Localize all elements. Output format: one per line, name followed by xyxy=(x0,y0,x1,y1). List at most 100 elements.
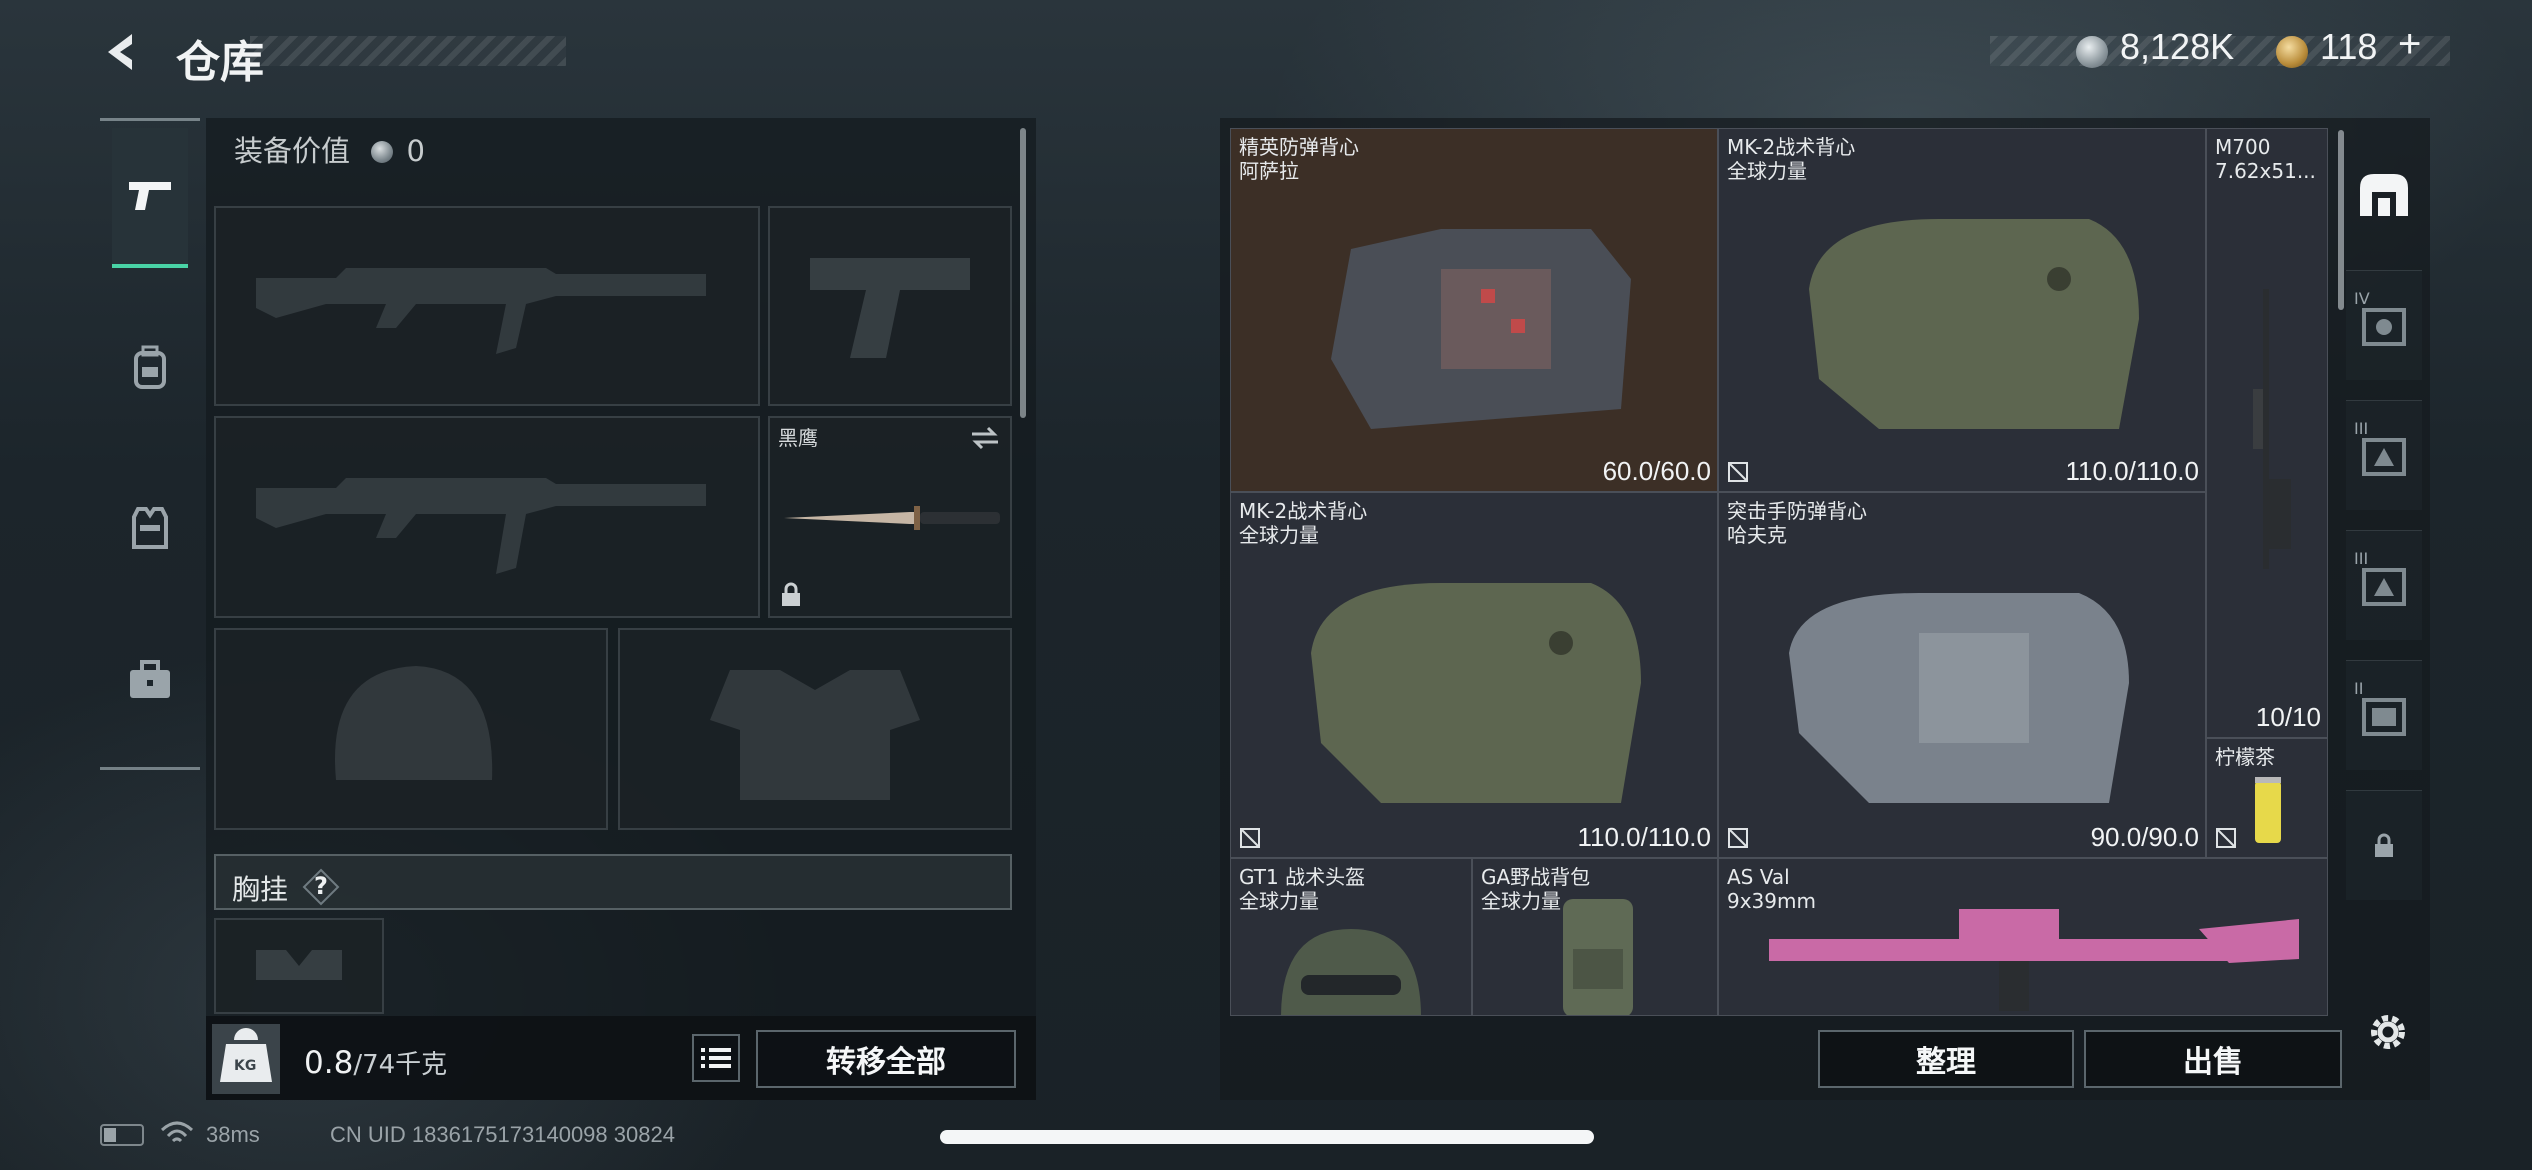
weight-icon: KG xyxy=(212,1024,280,1094)
item-count: 10/10 xyxy=(2255,702,2321,732)
sort-button[interactable]: 整理 xyxy=(1818,1030,2074,1088)
helmet-slot[interactable] xyxy=(214,628,608,830)
sell-button[interactable]: 出售 xyxy=(2084,1030,2342,1088)
stash-item[interactable]: AS Val 9x39mm xyxy=(1718,858,2328,1016)
value-coin-icon xyxy=(371,141,394,163)
backpack-icon xyxy=(134,345,166,389)
weight-capacity: /74千克 xyxy=(353,1050,448,1080)
tier-label: III xyxy=(2354,419,2369,438)
secondary-weapon-slot[interactable] xyxy=(768,206,1012,406)
item-durability: 90.0/90.0 xyxy=(2090,822,2199,852)
container-tier-icon xyxy=(2362,697,2406,736)
armor-vest-icon xyxy=(1809,219,2139,429)
tier-label: III xyxy=(2354,549,2369,568)
tab-weapons[interactable] xyxy=(112,128,188,268)
weight-current: 0.8 xyxy=(304,1045,354,1081)
transfer-all-button[interactable]: 转移全部 xyxy=(756,1030,1016,1088)
lock-icon xyxy=(2375,833,2393,857)
pistol-silhouette-icon xyxy=(810,258,970,358)
vest-icon xyxy=(132,507,168,549)
armor-silhouette-icon xyxy=(710,670,920,800)
stash-item[interactable]: M700 7.62x51... 10/10 xyxy=(2206,128,2328,738)
rail-tier-4[interactable]: IV xyxy=(2346,270,2422,380)
no-insure-icon xyxy=(1728,462,1748,482)
melee-slot[interactable]: 黑鹰 xyxy=(768,416,1012,618)
add-gold-button[interactable]: + xyxy=(2398,22,2421,67)
silver-amount: 8,128K xyxy=(2120,26,2235,67)
armor-vest-icon xyxy=(1311,583,1641,803)
stash-item[interactable]: MK-2战术背心 全球力量 110.0/110.0 xyxy=(1230,492,1718,858)
help-mark: ? xyxy=(314,872,328,900)
item-durability: 110.0/110.0 xyxy=(1577,822,1712,852)
stash-item[interactable]: MK-2战术背心 全球力量 110.0/110.0 xyxy=(1718,128,2206,492)
tier-label: II xyxy=(2354,679,2364,698)
back-arrow-icon[interactable] xyxy=(100,30,144,74)
silver-coin-icon xyxy=(2076,36,2108,68)
stash-item[interactable]: GA野战背包 全球力量 xyxy=(1472,858,1718,1016)
item-name: M700 7.62x51... xyxy=(2215,135,2316,183)
help-icon[interactable]: ? xyxy=(302,868,340,906)
wifi-icon xyxy=(160,1121,194,1143)
ping-readout: 38ms xyxy=(206,1122,260,1147)
backpack-item-icon xyxy=(1563,899,1633,1015)
gear-icon xyxy=(2371,1015,2405,1049)
rail-tier-3b[interactable]: III xyxy=(2346,530,2422,640)
toolbox-icon xyxy=(130,660,170,698)
pistol-icon xyxy=(129,182,171,210)
stash-scrollbar[interactable] xyxy=(2338,130,2344,310)
item-name: MK-2战术背心 全球力量 xyxy=(1727,135,1856,183)
item-name: 精英防弹背心 阿萨拉 xyxy=(1239,135,1359,183)
sniper-rifle-icon xyxy=(2253,289,2291,569)
rig-silhouette-icon xyxy=(256,950,342,980)
chest-rig-slot[interactable] xyxy=(214,918,384,1014)
gold-coin-icon xyxy=(2276,36,2308,68)
settings-button[interactable] xyxy=(2364,1008,2412,1056)
item-name: MK-2战术背心 全球力量 xyxy=(1239,499,1368,547)
rail-tier-2[interactable]: II xyxy=(2346,660,2422,770)
helmet-icon xyxy=(1281,929,1421,1015)
list-view-button[interactable] xyxy=(692,1034,740,1082)
equipment-value: 装备价值 0 xyxy=(234,128,425,170)
tab-vest[interactable] xyxy=(112,458,188,598)
rifle-silhouette-icon xyxy=(256,268,706,354)
tier-label: IV xyxy=(2354,289,2370,308)
rifle-silhouette-icon xyxy=(256,478,706,574)
item-durability: 60.0/60.0 xyxy=(1602,456,1711,486)
rifle-icon xyxy=(1769,909,2299,1011)
chest-rig-label: 胸挂 xyxy=(232,873,289,906)
item-name: 柠檬茶 xyxy=(2215,745,2275,769)
rail-locked[interactable] xyxy=(2346,790,2422,900)
armor-vest-icon xyxy=(1789,593,2129,803)
stash-item[interactable]: GT1 战术头盔 全球力量 xyxy=(1230,858,1472,1016)
lock-icon xyxy=(782,582,800,606)
list-icon xyxy=(701,1048,731,1068)
kg-icon-label: KG xyxy=(234,1058,257,1074)
home-icon xyxy=(2360,174,2408,216)
gold-amount: 118 xyxy=(2320,26,2378,67)
home-indicator[interactable] xyxy=(940,1130,1594,1144)
weight-readout: 0.8/74千克 xyxy=(304,1044,447,1081)
drink-can-icon xyxy=(2255,777,2281,843)
stash-item[interactable]: 柠檬茶 xyxy=(2206,738,2328,858)
stash-item[interactable]: 突击手防弹背心 哈夫克 90.0/90.0 xyxy=(1718,492,2206,858)
no-insure-icon xyxy=(1728,828,1748,848)
rail-tier-3a[interactable]: III xyxy=(2346,400,2422,510)
loadout-scrollbar[interactable] xyxy=(1020,128,1026,418)
rail-home[interactable] xyxy=(2346,140,2422,250)
primary-weapon-slot[interactable] xyxy=(214,206,760,406)
swap-icon[interactable] xyxy=(970,426,1000,450)
armor-slot[interactable] xyxy=(618,628,1012,830)
item-name: 突击手防弹背心 哈夫克 xyxy=(1727,499,1867,547)
equipment-value-label: 装备价值 xyxy=(234,134,351,168)
stash-item[interactable]: 精英防弹背心 阿萨拉 60.0/60.0 xyxy=(1230,128,1718,492)
helmet-silhouette-icon xyxy=(335,666,493,780)
no-insure-icon xyxy=(2216,828,2236,848)
knife-icon xyxy=(784,506,1000,530)
tab-backpack[interactable] xyxy=(112,298,188,438)
primary-weapon-slot-2[interactable] xyxy=(214,416,760,618)
tab-toolbox[interactable] xyxy=(112,610,188,750)
item-name: GT1 战术头盔 全球力量 xyxy=(1239,865,1366,913)
title-decoration xyxy=(250,36,566,66)
equipment-value-amount: 0 xyxy=(406,134,425,168)
armor-vest-icon xyxy=(1331,229,1631,429)
